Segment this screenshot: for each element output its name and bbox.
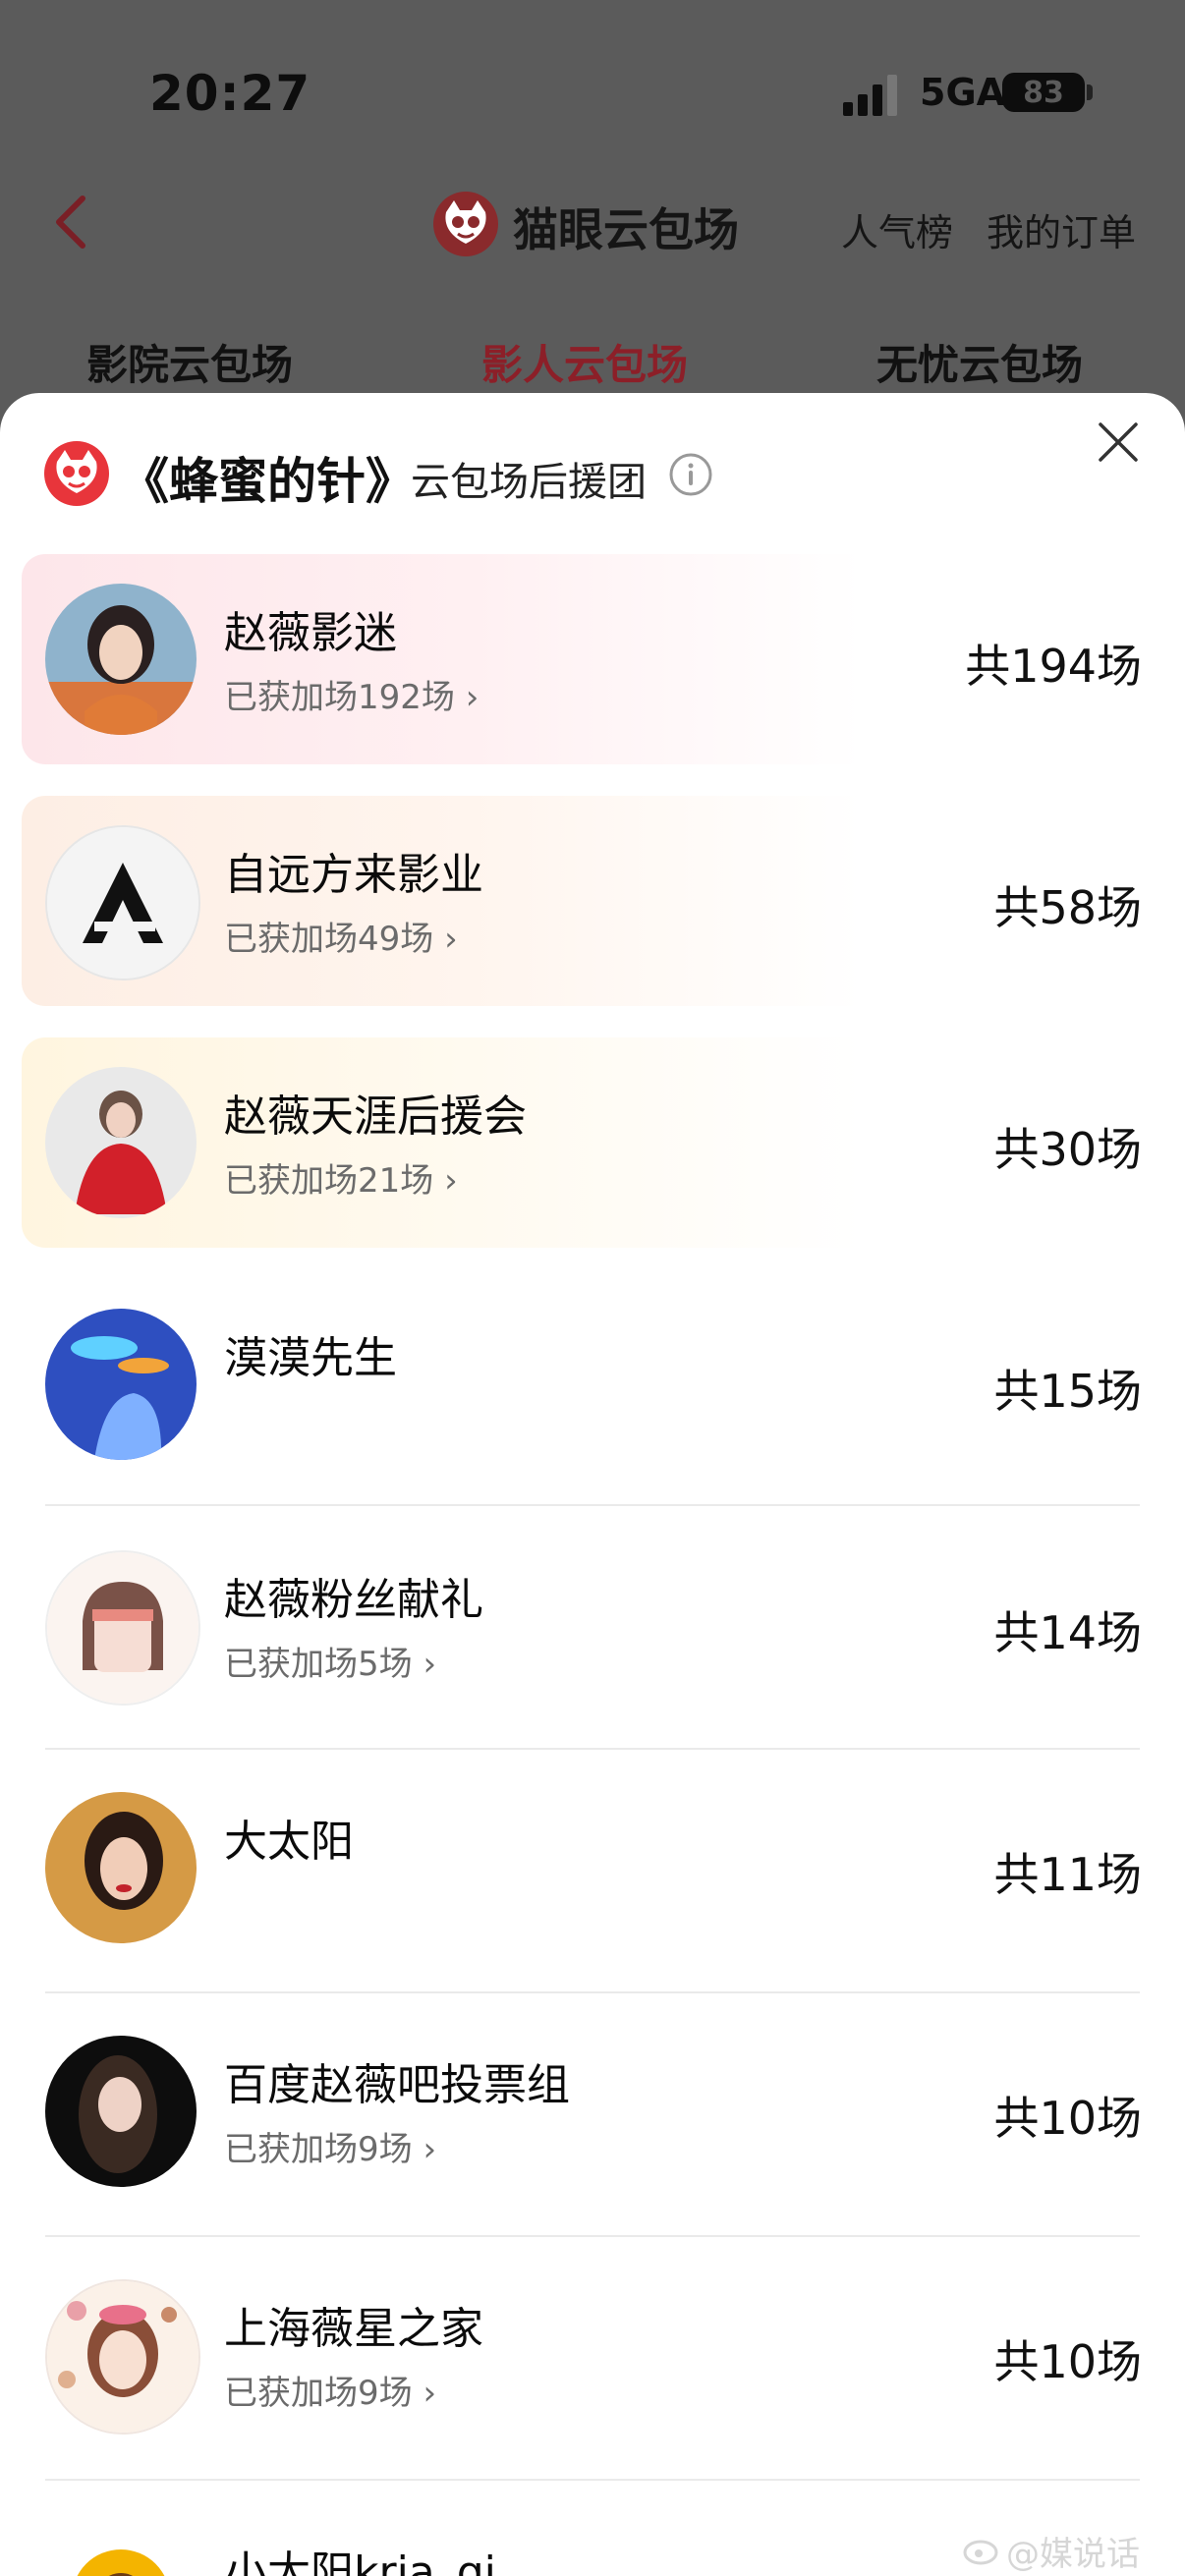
back-arrow-icon[interactable] [49, 193, 92, 252]
avatar [45, 2523, 197, 2576]
extra-screenings-link[interactable]: 已获加场9场 › [224, 2366, 436, 2414]
tab-worry-free-cloud-booking[interactable]: 无忧云包场 [876, 332, 1083, 392]
avatar [45, 2036, 197, 2187]
avatar [45, 584, 197, 735]
extra-screenings-link[interactable]: 已获加场21场 › [224, 1153, 458, 1202]
group-name: 百度赵薇吧投票组 [224, 2060, 570, 2110]
sheet-subtitle: 云包场后援团 [411, 460, 647, 505]
group-name: 赵薇影迷 [224, 608, 397, 658]
avatar [45, 1067, 197, 1218]
weibo-icon [963, 2540, 998, 2565]
maoyan-logo-icon [44, 441, 109, 506]
total-screenings: 共30场 [993, 1123, 1142, 1176]
battery-icon: 83 [1002, 73, 1085, 112]
extra-screenings-link[interactable]: 已获加场5场 › [224, 1637, 436, 1685]
tab-filmmaker-cloud-booking[interactable]: 影人云包场 [481, 332, 688, 392]
group-name: 赵薇天涯后援会 [224, 1092, 527, 1142]
divider [45, 1504, 1140, 1506]
list-item[interactable]: 大太阳 共11场 [22, 1763, 1142, 1973]
chevron-right-icon: › [423, 2374, 437, 2413]
list-item[interactable]: 漠漠先生 共15场 [22, 1279, 1142, 1489]
status-bar: 20:27 5GA 83 [0, 0, 1185, 187]
extra-screenings-link[interactable]: 已获加场192场 › [224, 670, 479, 718]
extra-screenings-link[interactable]: 已获加场49场 › [224, 912, 458, 960]
movie-title: 《蜂蜜的针》 [120, 453, 415, 510]
tab-cinema-cloud-booking[interactable]: 影院云包场 [86, 332, 293, 392]
network-type: 5GA [920, 71, 1006, 114]
chevron-right-icon: › [423, 2130, 437, 2169]
maoyan-logo-icon [433, 192, 498, 256]
extra-screenings-link[interactable]: 已获加场9场 › [224, 2122, 436, 2170]
my-orders-link[interactable]: 我的订单 [987, 202, 1136, 256]
avatar [45, 825, 200, 980]
chevron-right-icon: › [423, 1645, 437, 1684]
avatar [45, 1550, 200, 1706]
list-item[interactable]: 赵薇粉丝献礼 已获加场5场 › 共14场 [22, 1521, 1142, 1731]
watermark: @媒说话 [1006, 2535, 1140, 2574]
list-item[interactable]: 赵薇影迷 已获加场192场 › 共194场 [22, 554, 1142, 764]
list-item[interactable]: 上海薇星之家 已获加场9场 › 共10场 [22, 2250, 1142, 2460]
avatar [45, 1309, 197, 1460]
divider [45, 1991, 1140, 1993]
info-icon[interactable] [668, 452, 713, 497]
group-name: 赵薇粉丝献礼 [224, 1575, 483, 1625]
avatar [45, 2279, 200, 2435]
total-screenings: 共11场 [993, 1848, 1142, 1901]
close-icon[interactable] [1095, 419, 1142, 466]
chevron-right-icon: › [444, 1161, 458, 1201]
list-item[interactable]: 自远方来影业 已获加场49场 › 共58场 [22, 796, 1142, 1006]
total-screenings: 共14场 [993, 1606, 1142, 1659]
divider [45, 2235, 1140, 2237]
group-name: 漠漠先生 [224, 1333, 397, 1383]
status-time: 20:27 [149, 65, 311, 122]
total-screenings: 共10场 [993, 2335, 1142, 2388]
group-name: 小太阳kria_qi [224, 2548, 496, 2576]
signal-icon [843, 75, 897, 116]
chevron-right-icon: › [465, 678, 480, 717]
list-item[interactable]: 百度赵薇吧投票组 已获加场9场 › 共10场 [22, 2006, 1142, 2216]
list-item[interactable]: 赵薇天涯后援会 已获加场21场 › 共30场 [22, 1037, 1142, 1248]
total-screenings: 共15场 [993, 1365, 1142, 1418]
total-screenings: 共58场 [993, 881, 1142, 934]
total-screenings: 共10场 [993, 2092, 1142, 2145]
divider [45, 1748, 1140, 1750]
group-name: 上海薇星之家 [224, 2304, 483, 2354]
popularity-ranking-link[interactable]: 人气榜 [841, 202, 953, 256]
group-name: 自远方来影业 [224, 850, 483, 900]
chevron-right-icon: › [444, 920, 458, 959]
divider [45, 2479, 1140, 2481]
avatar [45, 1792, 197, 1943]
brand-name: 猫眼云包场 [513, 203, 739, 256]
total-screenings: 共194场 [965, 640, 1142, 693]
group-name: 大太阳 [224, 1817, 354, 1867]
battery-cap [1087, 84, 1093, 100]
